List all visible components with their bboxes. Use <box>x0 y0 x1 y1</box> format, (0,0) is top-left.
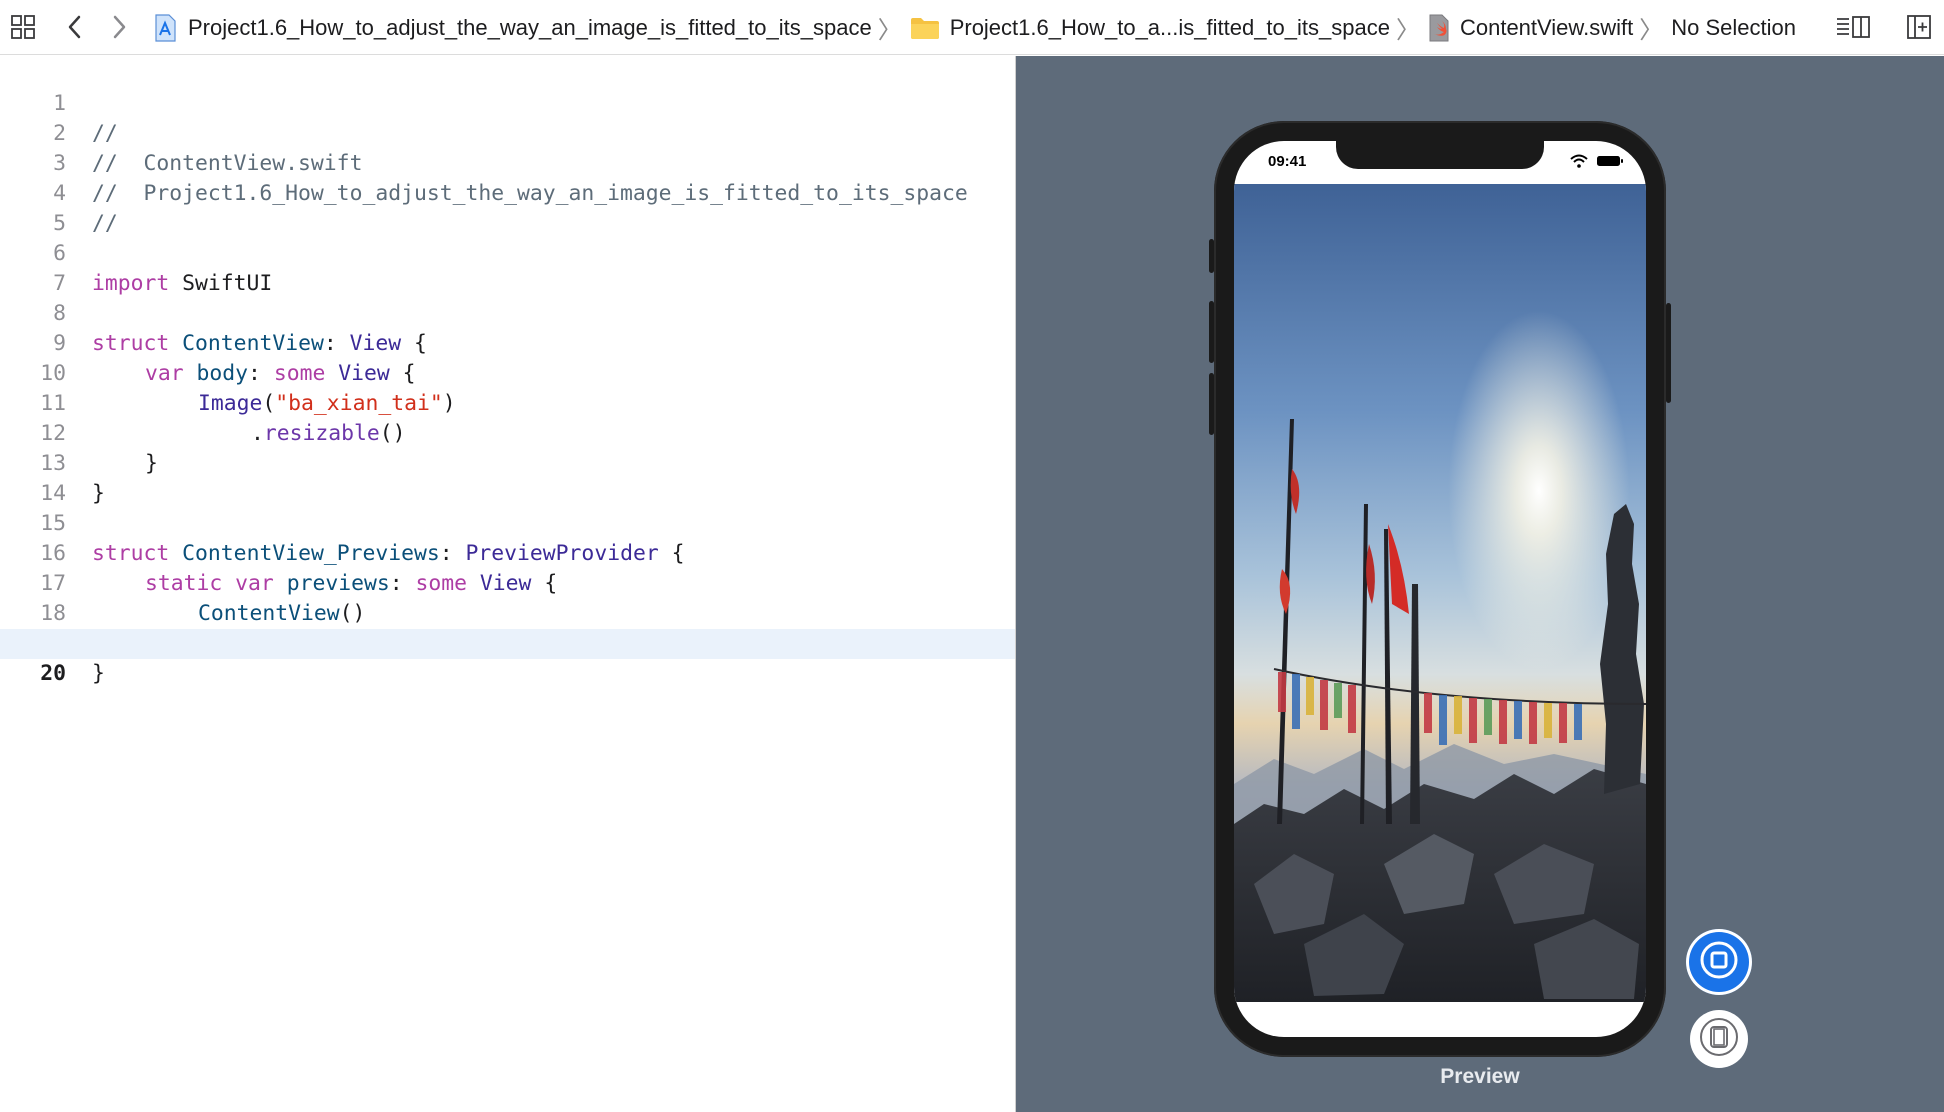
chevron-right-icon: 〉 <box>1639 17 1664 44</box>
live-preview-button[interactable] <box>1686 929 1752 995</box>
device-icon <box>1699 1017 1739 1062</box>
breadcrumb: Project1.6_How_to_adjust_the_way_an_imag… <box>152 0 1796 55</box>
grid-icon[interactable] <box>8 12 38 42</box>
jump-bar: Project1.6_How_to_adjust_the_way_an_imag… <box>0 0 1944 55</box>
code-line[interactable]: 8 struct ContentView: View { <box>0 269 1015 356</box>
code-line[interactable]: 18 } <box>0 569 1015 656</box>
code-line[interactable]: 2 // ContentView.swift <box>0 89 1015 176</box>
swift-file-icon <box>1428 14 1450 42</box>
code-line[interactable]: 17 ContentView() <box>0 539 1015 626</box>
forward-chevron-icon[interactable] <box>104 12 134 42</box>
power-button <box>1666 303 1671 403</box>
code-line[interactable]: 7 <box>0 239 1015 296</box>
wifi-icon <box>1570 154 1588 173</box>
code-line[interactable]: 5 <box>0 179 1015 236</box>
code-line[interactable]: 1 // <box>0 59 1015 146</box>
ba-xian-tai-photo <box>1234 184 1646 1002</box>
volume-up-button <box>1209 301 1214 363</box>
breadcrumb-folder[interactable]: Project1.6_How_to_a...is_fitted_to_its_s… <box>910 15 1390 41</box>
code-line[interactable]: 3 // Project1.6_How_to_adjust_the_way_an… <box>0 119 1015 206</box>
editor-options-icon[interactable] <box>1834 12 1872 42</box>
breadcrumb-selection-label: No Selection <box>1671 14 1796 40</box>
current-code-line[interactable]: 20 <box>0 629 1015 686</box>
punctuation: } <box>92 661 105 686</box>
add-editor-icon[interactable] <box>1904 12 1934 42</box>
code-line[interactable]: 14 <box>0 449 1015 506</box>
code-line[interactable]: 9 var body: some View { <box>0 299 1015 386</box>
code-line[interactable]: 4 // <box>0 149 1015 236</box>
notch <box>1336 141 1544 169</box>
mute-switch <box>1209 239 1214 273</box>
code-line[interactable]: 13 } <box>0 419 1015 506</box>
device-preview-button[interactable] <box>1690 1010 1748 1068</box>
xcode-project-icon <box>152 13 178 42</box>
status-time: 09:41 <box>1268 153 1307 170</box>
breadcrumb-project[interactable]: Project1.6_How_to_adjust_the_way_an_imag… <box>152 13 872 42</box>
volume-down-button <box>1209 373 1214 435</box>
breadcrumb-file[interactable]: ContentView.swift <box>1428 14 1633 42</box>
device-screen[interactable]: 09:41 <box>1234 141 1646 1037</box>
code-line[interactable]: 15 struct ContentView_Previews: PreviewP… <box>0 479 1015 566</box>
code-line[interactable]: 6 import SwiftUI <box>0 209 1015 296</box>
chevron-right-icon: 〉 <box>1395 17 1420 44</box>
breadcrumb-file-label: ContentView.swift <box>1459 14 1634 40</box>
iphone-frame: 09:41 <box>1209 121 1671 1057</box>
chevron-right-icon: 〉 <box>877 17 902 44</box>
breadcrumb-selection[interactable]: No Selection <box>1671 15 1796 41</box>
preview-label: Preview <box>1440 1065 1520 1088</box>
folder-icon <box>910 16 940 40</box>
back-chevron-icon[interactable] <box>60 12 90 42</box>
code-line[interactable]: 11 .resizable() <box>0 359 1015 446</box>
code-line[interactable]: 12 } <box>0 389 1015 476</box>
code-line[interactable]: 19 } <box>0 599 1015 686</box>
status-icons <box>1570 154 1624 173</box>
line-number: 20 <box>40 661 66 686</box>
preview-canvas: 09:41 Preview <box>1016 56 1944 1112</box>
battery-icon <box>1596 154 1624 173</box>
code-line[interactable]: 16 static var previews: some View { <box>0 509 1015 596</box>
stop-icon <box>1699 940 1739 985</box>
code-line[interactable]: 10 Image("ba_xian_tai") <box>0 329 1015 416</box>
source-editor[interactable]: 1 // 2 // ContentView.swift 3 // Project… <box>0 56 1016 1112</box>
breadcrumb-project-label: Project1.6_How_to_adjust_the_way_an_imag… <box>188 14 872 40</box>
breadcrumb-folder-label: Project1.6_How_to_a...is_fitted_to_its_s… <box>949 14 1390 40</box>
